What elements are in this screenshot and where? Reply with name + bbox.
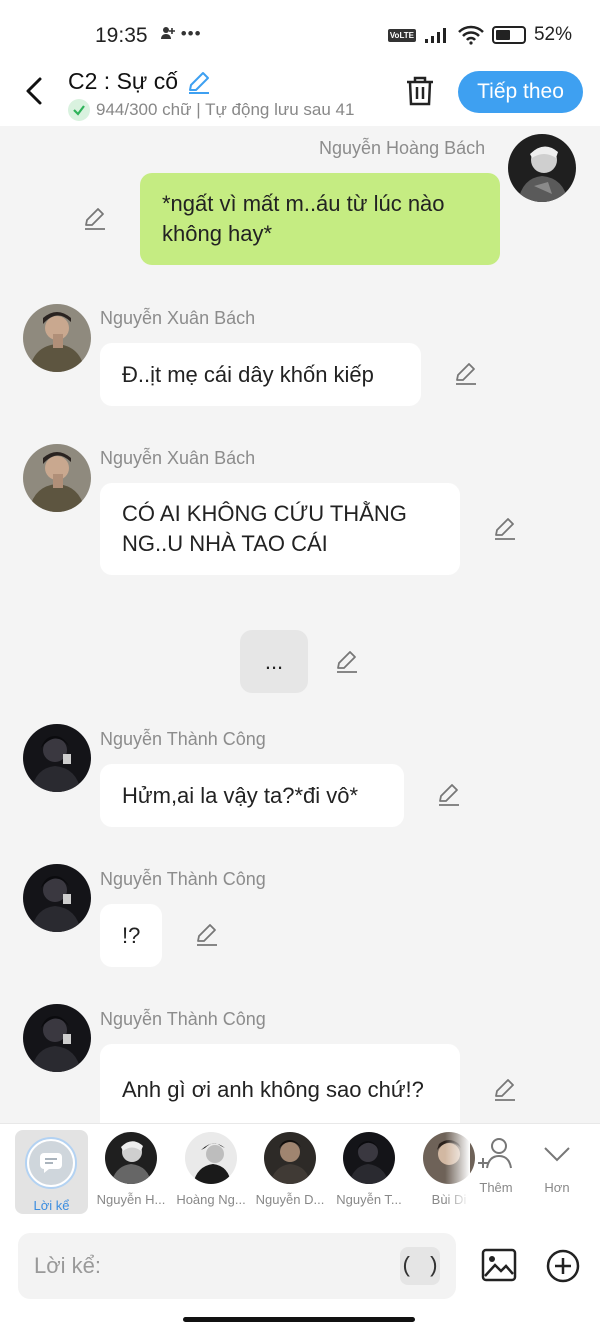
chevron-left-icon: [26, 77, 42, 105]
character-item[interactable]: Nguyễn T...: [330, 1132, 408, 1207]
narrator-label: Lời kể: [33, 1198, 70, 1213]
edit-message-button[interactable]: [436, 782, 462, 808]
message-bubble[interactable]: !?: [100, 904, 162, 967]
avatar[interactable]: [23, 724, 91, 792]
message-text: !?: [122, 922, 141, 948]
edit-message-button[interactable]: [194, 922, 220, 948]
scroll-fade: [445, 1124, 470, 1222]
message-bubble[interactable]: CÓ AI KHÔNG CỨU THẰNG NG..U NHÀ TAO CÁI: [100, 483, 460, 575]
more-button[interactable]: Hơn: [529, 1136, 585, 1195]
character-item[interactable]: Hoàng Ng...: [172, 1132, 250, 1207]
character-name: Nguyễn D...: [255, 1192, 325, 1207]
chat-area[interactable]: Nguyễn Hoàng Bách *ngất vì mất m..áu từ …: [0, 126, 600, 1123]
message-text: Đ..ịt mẹ cái dây khốn kiếp: [122, 361, 374, 387]
avatar: [105, 1132, 157, 1184]
message-text: Anh gì ơi anh không sao chứ!?: [122, 1077, 424, 1102]
insert-image-button[interactable]: [481, 1247, 517, 1283]
chat-bubble-icon: [40, 1153, 62, 1173]
sender-name: Nguyễn Thành Công: [100, 729, 266, 749]
pencil-icon: [197, 924, 217, 946]
more-label: Hơn: [544, 1180, 570, 1195]
battery-percent: 52%: [533, 24, 572, 45]
check-icon: [68, 99, 90, 121]
person-add-icon: [478, 1138, 512, 1169]
avatar[interactable]: [23, 444, 91, 512]
system-navbar: [0, 1311, 600, 1333]
header: C2 : Sự cố 944/300 chữ | Tự động lưu sau…: [0, 64, 600, 126]
pencil-icon: [495, 1079, 515, 1101]
message-bubble[interactable]: Đ..ịt mẹ cái dây khốn kiếp: [100, 343, 421, 406]
avatar: [343, 1132, 395, 1184]
person-add-icon: [161, 27, 175, 39]
home-indicator[interactable]: [183, 1317, 415, 1322]
character-bar: Lời kể Nguyễn H... Hoàng Ng... Nguyễn D.…: [0, 1123, 600, 1222]
sender-name: Nguyễn Hoàng Bách: [319, 138, 486, 158]
status-left-icons: •••: [160, 24, 202, 44]
character-name: Hoàng Ng...: [176, 1192, 246, 1207]
add-button[interactable]: [546, 1249, 580, 1283]
avatar[interactable]: [23, 304, 91, 372]
avatar[interactable]: [23, 864, 91, 932]
edit-message-button[interactable]: [82, 206, 108, 232]
parentheses-button[interactable]: ( ): [400, 1247, 440, 1285]
volte-icon: VoLTE: [387, 28, 416, 42]
sender-name: Nguyễn Thành Công: [100, 1009, 266, 1029]
input-placeholder: Lời kể:: [34, 1253, 102, 1278]
avatar[interactable]: [23, 1004, 91, 1072]
character-name: Nguyễn H...: [96, 1192, 166, 1207]
pencil-icon: [456, 363, 476, 385]
message-text: CÓ AI KHÔNG CỨU THẰNG NG..U NHÀ TAO CÁI: [122, 501, 407, 556]
message-text: ...: [264, 648, 284, 674]
back-button[interactable]: [20, 76, 48, 106]
more-dots-icon: •••: [180, 24, 202, 43]
message-text: *ngất vì mất m..áu từ lúc nào không hay*: [162, 191, 445, 246]
sender-name: Nguyễn Xuân Bách: [100, 308, 256, 328]
image-icon: [481, 1248, 517, 1282]
pencil-icon: [495, 518, 515, 540]
trash-icon: [407, 76, 433, 106]
status-right: VoLTE 52%: [387, 24, 572, 46]
narration-input[interactable]: Lời kể:: [18, 1233, 456, 1299]
avatar: [185, 1132, 237, 1184]
battery-icon: [491, 26, 526, 44]
add-character-label: Thêm: [479, 1180, 513, 1195]
edit-message-button[interactable]: [334, 649, 360, 675]
narration-bubble[interactable]: ...: [240, 630, 308, 693]
pencil-icon: [439, 784, 459, 806]
pencil-icon: [337, 651, 357, 673]
delete-button[interactable]: [404, 74, 436, 108]
pencil-icon: [189, 71, 209, 94]
sender-name: Nguyễn Xuân Bách: [100, 448, 256, 468]
character-item[interactable]: Nguyễn H...: [92, 1132, 170, 1207]
narrator-selector[interactable]: Lời kể: [15, 1130, 88, 1214]
message-bubble[interactable]: Hửm,ai la vậy ta?*đi vô*: [100, 764, 404, 827]
character-name: Nguyễn T...: [336, 1192, 402, 1207]
edit-message-button[interactable]: [492, 516, 518, 542]
pencil-icon: [85, 208, 105, 230]
input-bar: Lời kể: ( ): [0, 1221, 600, 1311]
narrator-avatar: [25, 1137, 77, 1189]
wifi-icon: [458, 25, 484, 45]
word-count-status: 944/300 chữ | Tự động lưu sau 41: [96, 100, 355, 119]
avatar[interactable]: [508, 134, 576, 202]
autosave-info: 944/300 chữ | Tự động lưu sau 41: [68, 99, 354, 121]
message-text: Hửm,ai la vậy ta?*đi vô*: [122, 782, 359, 808]
signal-icon: [424, 28, 446, 43]
edit-message-button[interactable]: [492, 1077, 518, 1103]
character-item[interactable]: Nguyễn D...: [251, 1132, 329, 1207]
next-button[interactable]: Tiếp theo: [458, 71, 583, 113]
sender-name: Nguyễn Thành Công: [100, 869, 266, 889]
status-time: 19:35: [95, 24, 148, 47]
plus-circle-icon: [546, 1249, 580, 1283]
avatar: [264, 1132, 316, 1184]
message-bubble[interactable]: *ngất vì mất m..áu từ lúc nào không hay*: [140, 173, 500, 265]
message-bubble[interactable]: Anh gì ơi anh không sao chứ!?: [100, 1044, 460, 1123]
edit-message-button[interactable]: [453, 361, 479, 387]
chapter-title: C2 : Sự cố: [68, 68, 178, 94]
chevron-down-icon: [544, 1147, 570, 1162]
add-character-button[interactable]: Thêm: [468, 1136, 524, 1195]
page-title[interactable]: C2 : Sự cố: [68, 68, 212, 95]
status-bar: 19:35 ••• VoLTE 52%: [0, 0, 600, 64]
